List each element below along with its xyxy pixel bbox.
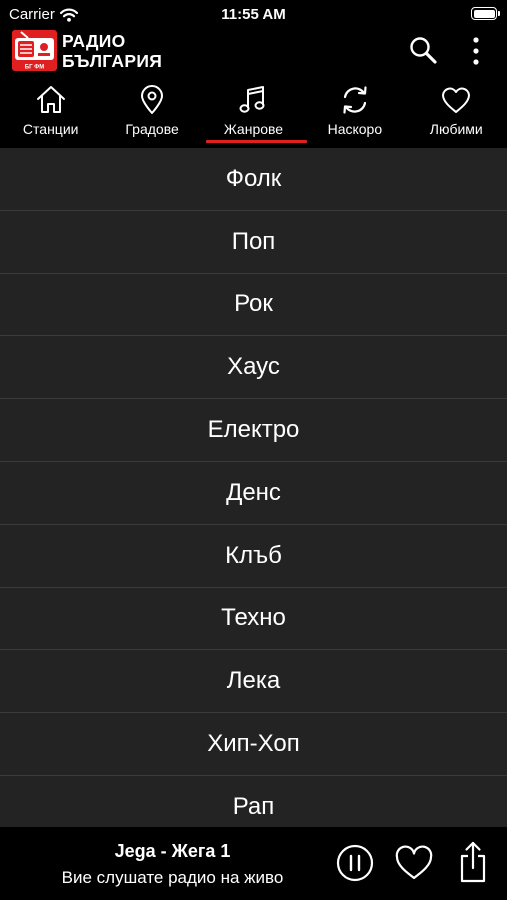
genre-item[interactable]: Рок (0, 274, 507, 337)
tab-bar: Станции Градове Жанрове Наскоро Любими (0, 78, 507, 148)
heart-icon (442, 87, 471, 113)
tab-label: Любими (429, 121, 483, 137)
genre-list[interactable]: Фолк Поп Рок Хаус Електро Денс Клъб Техн… (0, 148, 507, 827)
app-header: БГ ФМ РАДИО БЪЛГАРИЯ (0, 28, 507, 78)
status-bar: Carrier 11:55 AM (0, 0, 507, 28)
genre-item[interactable]: Клъб (0, 525, 507, 588)
live-status-text: Вие слушате радио на живо (61, 868, 284, 887)
app-logo: БГ ФМ РАДИО БЪЛГАРИЯ (12, 30, 162, 71)
tab-label: Наскоро (327, 121, 383, 137)
tab-label: Жанрове (223, 121, 284, 137)
track-title: Jega - Жега 1 (114, 841, 231, 861)
tab-cities[interactable]: Градове (101, 78, 202, 148)
genre-item[interactable]: Хаус (0, 336, 507, 400)
genre-item[interactable]: Фолк (0, 148, 507, 211)
active-tab-indicator (205, 140, 308, 143)
genre-item[interactable]: Рап (0, 776, 507, 827)
app-title: РАДИО БЪЛГАРИЯ (62, 31, 162, 71)
tab-label: Градове (125, 121, 179, 137)
tab-favorites[interactable]: Любими (406, 78, 507, 148)
logo-badge: БГ ФМ (25, 65, 45, 71)
refresh-icon (343, 86, 367, 114)
genre-item[interactable]: Хип-Хоп (0, 713, 507, 776)
tab-genres[interactable]: Жанрове (203, 78, 308, 148)
genre-item[interactable]: Денс (0, 462, 507, 525)
app-title-line1: РАДИО (62, 30, 126, 51)
genre-item[interactable]: Електро (0, 399, 507, 462)
tab-recent[interactable]: Наскоро (304, 78, 405, 148)
favorite-heart-icon[interactable] (394, 844, 434, 882)
pause-icon[interactable] (336, 844, 374, 882)
tab-stations[interactable]: Станции (0, 78, 101, 148)
home-icon (36, 86, 65, 113)
more-vertical-icon[interactable] (463, 34, 489, 68)
battery-icon (471, 7, 500, 20)
genre-item[interactable]: Техно (0, 588, 507, 651)
genre-item[interactable]: Поп (0, 211, 507, 274)
share-icon[interactable] (457, 839, 489, 885)
music-note-icon (239, 86, 265, 113)
tab-label: Станции (22, 121, 79, 137)
location-pin-icon (141, 85, 164, 114)
app-title-line2: БЪЛГАРИЯ (62, 50, 163, 71)
genre-item[interactable]: Лека (0, 650, 507, 714)
radio-logo-icon: БГ ФМ (12, 30, 57, 71)
search-icon[interactable] (407, 34, 441, 68)
clock: 11:55 AM (221, 6, 286, 23)
now-playing-bar: Jega - Жега 1 Вие слушате радио на живо (0, 827, 507, 900)
